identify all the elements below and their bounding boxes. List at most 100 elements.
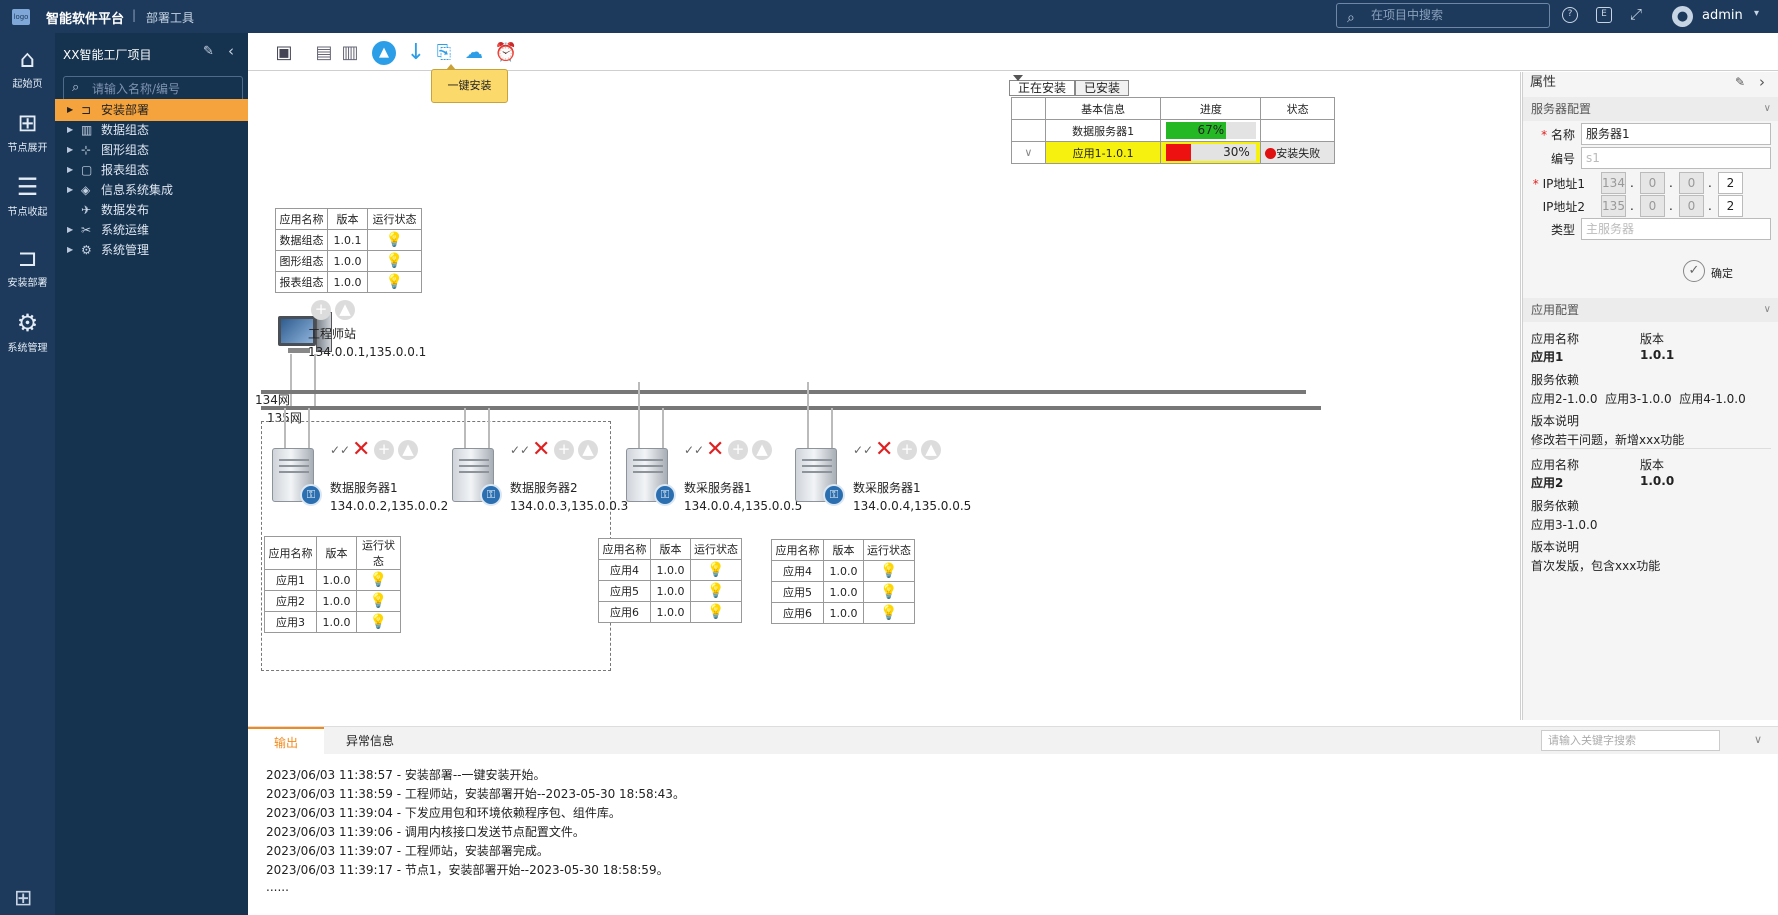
tree-item[interactable]: ▶ ▥ 数据组态 [55, 119, 248, 141]
tree-item[interactable]: ✈ 数据发布 [55, 199, 248, 221]
double-check-icon[interactable]: ✓✓ [510, 443, 530, 457]
ip-octet-field[interactable]: 134 [1601, 172, 1626, 194]
close-icon[interactable]: ✕ [532, 437, 550, 462]
upload-icon[interactable]: ▲ [578, 439, 598, 460]
chevron-down-icon[interactable]: ▾ [1754, 8, 1759, 19]
fullscreen-icon[interactable]: ⤢ [1628, 7, 1644, 23]
table-row[interactable]: 应用5 1.0.0 💡 [771, 581, 915, 603]
alarm-clock-icon[interactable]: ⏰ [494, 41, 518, 65]
tab-exceptions[interactable]: 异常信息 [328, 727, 412, 755]
app-version-label: 版本 [1640, 332, 1665, 346]
upload-icon[interactable]: ▲ [372, 41, 396, 65]
app-name: 数据组态 [275, 229, 328, 251]
double-check-icon[interactable]: ✓✓ [853, 443, 873, 457]
upload-icon[interactable]: ▲ [398, 439, 418, 460]
chevron-down-icon[interactable]: ∨ [1754, 733, 1762, 746]
pin-icon[interactable]: ✎ [203, 44, 214, 59]
collapse-panel-icon[interactable]: ‹ [228, 42, 234, 60]
tree-item[interactable]: ▶ ✂ 系统运维 [55, 219, 248, 241]
tree-item[interactable]: ▶ ⊹ 图形组态 [55, 139, 248, 161]
add-icon[interactable]: + [897, 439, 917, 460]
ip-octet-field[interactable]: 0 [1679, 172, 1704, 194]
ip-octet-field[interactable]: 2 [1718, 195, 1743, 217]
add-icon[interactable]: + [554, 439, 574, 460]
nav-deploy[interactable]: ⊐ 安装部署 [0, 244, 55, 289]
add-icon[interactable]: + [374, 439, 394, 460]
tab-output[interactable]: 输出 [248, 727, 324, 755]
topology-canvas: 正在安装 已安装 基本信息 进度 状态 数据服务器1 67% ∨ 应用1-1.0… [248, 72, 1521, 720]
table-row[interactable]: 数据服务器1 67% [1011, 119, 1335, 142]
server-group-tool-icon[interactable]: ▥ [338, 41, 362, 65]
cloud-download-icon[interactable]: ☁ [462, 41, 486, 65]
server-icon[interactable]: ⚿ [450, 448, 502, 506]
ip-octet-field[interactable]: 2 [1718, 172, 1743, 194]
ip-octet-field[interactable]: 135 [1601, 195, 1626, 217]
project-search-input[interactable]: ⌕ 在项目中搜索 [1336, 3, 1550, 28]
gear-icon: ⚙ [16, 309, 39, 337]
table-row[interactable]: 报表组态 1.0.0 💡 [275, 271, 422, 293]
code-field[interactable]: s1 [1581, 147, 1771, 169]
ip-octet-field[interactable]: 0 [1640, 195, 1665, 217]
tree-item[interactable]: ▶ ◈ 信息系统集成 [55, 179, 248, 201]
tab-installing[interactable]: 正在安装 [1009, 80, 1075, 96]
log-search-input[interactable]: 请输入关键字搜索 [1541, 730, 1720, 751]
close-icon[interactable]: ✕ [706, 437, 724, 462]
user-name[interactable]: admin [1702, 8, 1743, 23]
confirm-button[interactable]: 确定 [1711, 265, 1733, 281]
table-row[interactable]: 应用5 1.0.0 💡 [598, 580, 742, 602]
tree-item[interactable]: ▶ ⊐ 安装部署 [55, 99, 248, 121]
server-config-section[interactable]: 服务器配置 ∨ [1523, 97, 1778, 121]
chevron-down-icon[interactable]: ∨ [1011, 141, 1046, 164]
confirm-check-icon[interactable]: ✓ [1683, 260, 1705, 282]
double-check-icon[interactable]: ✓✓ [684, 443, 704, 457]
double-check-icon[interactable]: ✓✓ [330, 443, 350, 457]
name-field[interactable]: 服务器1 [1581, 123, 1771, 145]
clipboard-icon[interactable]: ⎘ [432, 41, 456, 65]
tree-item[interactable]: ▶ ▢ 报表组态 [55, 159, 248, 181]
table-row[interactable]: 数据组态 1.0.1 💡 [275, 229, 422, 251]
server-tool-icon[interactable]: ▤ [312, 41, 336, 65]
table-row[interactable]: 应用4 1.0.0 💡 [598, 559, 742, 581]
server-icon[interactable]: ⚿ [270, 448, 322, 506]
arrow-down-icon[interactable]: ↓ [404, 41, 428, 65]
ip-dot: . [1669, 199, 1673, 213]
chevron-right-icon[interactable]: › [1759, 73, 1765, 91]
add-icon[interactable]: + [728, 439, 748, 460]
upload-icon[interactable]: ▲ [752, 439, 772, 460]
link-line [308, 408, 310, 452]
table-row[interactable]: ∨ 应用1-1.0.1 30% 安装失败 [1011, 141, 1335, 164]
nav-system[interactable]: ⚙ 系统管理 [0, 309, 55, 354]
workstation-tool-icon[interactable]: ▣ [272, 41, 296, 65]
type-select[interactable]: 主服务器 [1581, 218, 1771, 240]
table-row[interactable]: 应用2 1.0.0 💡 [264, 590, 401, 612]
server-icon[interactable]: ⚿ [793, 448, 845, 506]
table-row[interactable]: 应用6 1.0.0 💡 [771, 602, 915, 624]
add-icon[interactable]: + [311, 300, 331, 320]
nav-collapse[interactable]: ☰ 节点收起 [0, 173, 55, 218]
avatar[interactable]: ● [1672, 6, 1693, 27]
tab-installed[interactable]: 已安装 [1075, 80, 1129, 96]
close-icon[interactable]: ✕ [875, 437, 893, 462]
app-config-section[interactable]: 应用配置 ∨ [1523, 298, 1778, 322]
close-icon[interactable]: ✕ [352, 437, 370, 462]
server-icon[interactable]: ⚿ [624, 448, 676, 506]
upload-icon[interactable]: ▲ [335, 300, 355, 320]
tree-item-label: 图形组态 [101, 143, 150, 157]
table-row[interactable]: 应用3 1.0.0 💡 [264, 611, 401, 633]
table-row[interactable]: 应用6 1.0.0 💡 [598, 601, 742, 623]
upload-icon[interactable]: ▲ [921, 439, 941, 460]
nav-home[interactable]: ⌂ 起始页 [0, 45, 55, 90]
pin-icon[interactable]: ✎ [1735, 75, 1745, 89]
tree-item[interactable]: ▶ ⚙ 系统管理 [55, 239, 248, 261]
nav-expand[interactable]: ⊞ 节点展开 [0, 109, 55, 154]
table-row[interactable]: 图形组态 1.0.0 💡 [275, 250, 422, 272]
language-icon[interactable]: E [1596, 7, 1612, 23]
ip-octet-field[interactable]: 0 [1679, 195, 1704, 217]
app-grid-icon[interactable]: ⊞ [14, 886, 32, 911]
table-row[interactable]: 应用1 1.0.0 💡 [264, 569, 401, 591]
ip-octet-field[interactable]: 0 [1640, 172, 1665, 194]
help-icon[interactable]: ? [1562, 7, 1578, 23]
server-actions: ✓✓✕ + ▲ [684, 437, 776, 462]
col-header: 应用名称 [275, 208, 328, 230]
table-row[interactable]: 应用4 1.0.0 💡 [771, 560, 915, 582]
